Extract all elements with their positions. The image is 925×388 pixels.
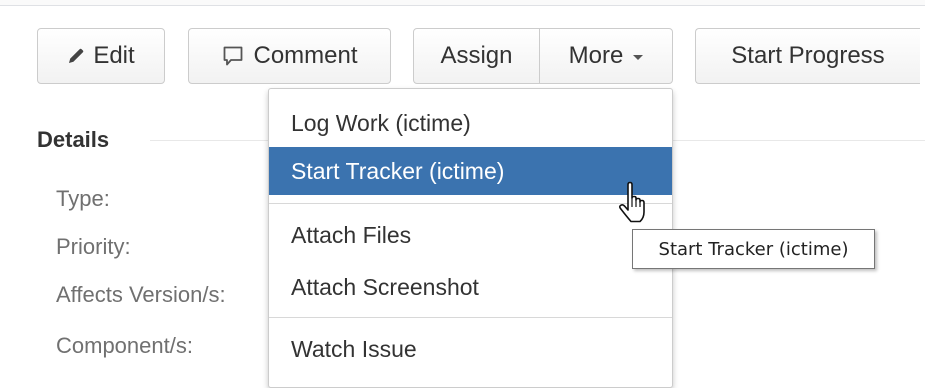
top-divider <box>0 0 925 6</box>
menu-divider <box>269 203 672 204</box>
menu-item-label: Attach Screenshot <box>291 273 479 300</box>
pencil-icon <box>67 47 85 65</box>
menu-item-attach-screenshot[interactable]: Attach Screenshot <box>269 263 672 311</box>
more-button[interactable]: More <box>539 28 673 84</box>
caret-down-icon <box>633 54 644 60</box>
assign-button[interactable]: Assign <box>413 28 540 84</box>
menu-item-label: Watch Issue <box>291 335 417 362</box>
field-label-affects-version: Affects Version/s: <box>56 282 226 307</box>
edit-button[interactable]: Edit <box>37 28 165 84</box>
menu-item-attach-files[interactable]: Attach Files <box>269 211 672 259</box>
details-heading: Details <box>37 127 110 152</box>
comment-button[interactable]: Comment <box>188 28 391 84</box>
menu-item-label: Log Work (ictime) <box>291 109 471 136</box>
menu-item-label: Attach Files <box>291 221 412 248</box>
start-progress-label: Start Progress <box>731 42 885 69</box>
comment-button-label: Comment <box>253 42 358 69</box>
field-label-type: Type: <box>56 186 110 211</box>
menu-item-label: Start Tracker (ictime) <box>291 157 505 184</box>
menu-item-watch-issue[interactable]: Watch Issue <box>269 325 672 373</box>
field-label-priority: Priority: <box>56 234 131 259</box>
assign-button-label: Assign <box>440 42 513 69</box>
menu-item-log-work[interactable]: Log Work (ictime) <box>269 99 672 147</box>
field-label-component: Component/s: <box>56 333 193 358</box>
more-button-label: More <box>568 42 624 69</box>
tooltip: Start Tracker (ictime) <box>632 229 875 269</box>
edit-button-label: Edit <box>93 42 135 69</box>
menu-divider <box>269 317 672 318</box>
hand-pointer-icon <box>617 181 655 227</box>
menu-item-start-tracker[interactable]: Start Tracker (ictime) <box>269 147 672 195</box>
more-dropdown-menu: Log Work (ictime) Start Tracker (ictime)… <box>268 88 673 388</box>
start-progress-button[interactable]: Start Progress <box>695 28 920 84</box>
speech-bubble-icon <box>221 44 245 68</box>
